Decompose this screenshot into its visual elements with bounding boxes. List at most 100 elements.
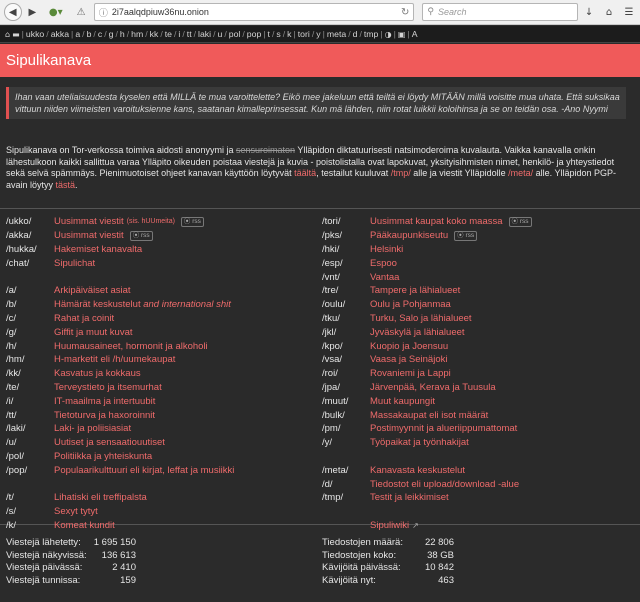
- meta-link[interactable]: /meta/: [508, 168, 533, 178]
- nav-board-meta[interactable]: meta: [327, 29, 346, 39]
- theme-toggle-icon[interactable]: ◑: [385, 30, 392, 39]
- board-name-link[interactable]: Uusimmat kaupat koko maassa: [370, 216, 503, 227]
- board-name-link[interactable]: Komeat kundit: [54, 520, 115, 531]
- nav-board-y[interactable]: y: [316, 29, 320, 39]
- board-code[interactable]: /pol/: [6, 451, 54, 462]
- nav-board-tt[interactable]: tt: [187, 29, 192, 39]
- board-name-link[interactable]: Massakaupat eli isot määrät: [370, 410, 488, 421]
- search-bar[interactable]: ⚲: [422, 3, 579, 21]
- board-code[interactable]: /kk/: [6, 368, 54, 379]
- board-code[interactable]: /bulk/: [322, 410, 370, 421]
- board-code[interactable]: /jkl/: [322, 327, 370, 338]
- board-name-link[interactable]: Vantaa: [370, 272, 399, 283]
- board-code[interactable]: /h/: [6, 341, 54, 352]
- nav-board-tmp[interactable]: tmp: [364, 29, 378, 39]
- rss-link[interactable]: ⦿ rss: [129, 230, 153, 241]
- board-code[interactable]: /c/: [6, 313, 54, 324]
- nav-board-d[interactable]: d: [353, 29, 358, 39]
- back-arrow-icon[interactable]: ◀: [4, 3, 22, 21]
- nav-board-a[interactable]: a: [75, 29, 80, 39]
- board-name-link[interactable]: Espoo: [370, 258, 397, 269]
- board-name-link[interactable]: Sipulichat: [54, 258, 95, 269]
- board-name-link[interactable]: Tietoturva ja haxoroinnit: [54, 410, 155, 421]
- board-code[interactable]: /oulu/: [322, 299, 370, 310]
- forward-arrow-icon[interactable]: ▶: [26, 3, 40, 21]
- nav-board-laki[interactable]: laki: [198, 29, 211, 39]
- board-code[interactable]: /s/: [6, 506, 54, 517]
- board-name-link[interactable]: Arkipäiväiset asiat: [54, 285, 131, 296]
- rss-link[interactable]: ⦿ rss: [454, 230, 478, 241]
- noscript-icon[interactable]: ⚠: [72, 3, 89, 21]
- font-size-button[interactable]: A: [412, 29, 418, 39]
- board-name-link[interactable]: Muut kaupungit: [370, 396, 435, 407]
- board-code[interactable]: /laki/: [6, 423, 54, 434]
- board-code[interactable]: /g/: [6, 327, 54, 338]
- nav-board-t[interactable]: t: [268, 29, 270, 39]
- url-bar[interactable]: ⓘ ↻: [93, 3, 415, 21]
- board-name-link[interactable]: Uusimmat viestit: [54, 216, 124, 227]
- board-code[interactable]: /jpa/: [322, 382, 370, 393]
- board-code[interactable]: /tku/: [322, 313, 370, 324]
- board-name-link[interactable]: Turku, Salo ja lähialueet: [370, 313, 472, 324]
- nav-board-g[interactable]: g: [109, 29, 114, 39]
- board-code[interactable]: /pm/: [322, 423, 370, 434]
- tmp-link[interactable]: /tmp/: [391, 168, 411, 178]
- board-name-link[interactable]: Kanavasta keskustelut: [370, 465, 465, 476]
- board-name-link[interactable]: Laki- ja poliisiasiat: [54, 423, 131, 434]
- nav-board-pol[interactable]: pol: [229, 29, 241, 39]
- nav-board-ukko[interactable]: ukko: [26, 29, 44, 39]
- board-name-link[interactable]: Postimyynnit ja alueriippumattomat: [370, 423, 517, 434]
- board-code[interactable]: /meta/: [322, 465, 370, 476]
- board-name-link[interactable]: Tampere ja lähialueet: [370, 285, 460, 296]
- board-code[interactable]: /vsa/: [322, 354, 370, 365]
- nav-board-te[interactable]: te: [165, 29, 172, 39]
- board-name-link[interactable]: Sexyt tytyt: [54, 506, 98, 517]
- tor-onion-icon[interactable]: ●▾: [43, 3, 68, 21]
- board-code[interactable]: /tori/: [322, 216, 370, 227]
- nav-board-tori[interactable]: tori: [298, 29, 310, 39]
- board-code[interactable]: /tmp/: [322, 492, 370, 503]
- board-name-link[interactable]: Tiedostot eli upload/download -alue: [370, 479, 519, 490]
- board-name-link[interactable]: Giffit ja muut kuvat: [54, 327, 133, 338]
- board-code[interactable]: /y/: [322, 437, 370, 448]
- rss-link[interactable]: ⦿ rss: [508, 216, 532, 227]
- board-code[interactable]: /d/: [322, 479, 370, 490]
- board-name-link[interactable]: Huumausaineet, hormonit ja alkoholi: [54, 341, 208, 352]
- board-code[interactable]: /pks/: [322, 230, 370, 241]
- board-name-link[interactable]: Uutiset ja sensaatiouutiset: [54, 437, 165, 448]
- board-code[interactable]: /ukko/: [6, 216, 54, 227]
- board-code[interactable]: /te/: [6, 382, 54, 393]
- nav-board-s[interactable]: s: [276, 29, 280, 39]
- board-name-link[interactable]: Sipuliwiki: [370, 520, 409, 531]
- chat-icon[interactable]: ▬: [12, 30, 20, 39]
- board-name-link[interactable]: Vaasa ja Seinäjoki: [370, 354, 447, 365]
- reload-icon[interactable]: ↻: [401, 7, 409, 18]
- home-icon[interactable]: ⌂: [602, 3, 616, 21]
- board-name-link[interactable]: Lihatiski eli treffipalsta: [54, 492, 147, 503]
- board-code[interactable]: /hm/: [6, 354, 54, 365]
- board-code[interactable]: /hki/: [322, 244, 370, 255]
- nav-board-u[interactable]: u: [218, 29, 223, 39]
- info-icon[interactable]: ⓘ: [99, 6, 108, 19]
- board-name-link[interactable]: Hakemiset kanavalta: [54, 244, 142, 255]
- board-name-link[interactable]: Työpaikat ja työnhakijat: [370, 437, 469, 448]
- nav-board-pop[interactable]: pop: [247, 29, 262, 39]
- nav-board-hm[interactable]: hm: [131, 29, 143, 39]
- board-code[interactable]: /tre/: [322, 285, 370, 296]
- download-icon[interactable]: ↓: [582, 3, 596, 21]
- board-code[interactable]: /t/: [6, 492, 54, 503]
- board-name-link[interactable]: Rovaniemi ja Lappi: [370, 368, 451, 379]
- guide-link[interactable]: täältä: [294, 168, 316, 178]
- board-code[interactable]: /b/: [6, 299, 54, 310]
- board-name-link[interactable]: Pääkaupunkiseutu: [370, 230, 448, 241]
- board-code[interactable]: /vnt/: [322, 272, 370, 283]
- nav-board-b[interactable]: b: [87, 29, 92, 39]
- board-name-link[interactable]: Testit ja leikkimiset: [370, 492, 449, 503]
- board-code[interactable]: /u/: [6, 437, 54, 448]
- board-name-link[interactable]: Uusimmat viestit: [54, 230, 124, 241]
- board-code[interactable]: /roi/: [322, 368, 370, 379]
- board-name-link[interactable]: Populaarikulttuuri eli kirjat, leffat ja…: [54, 465, 234, 476]
- board-name-link[interactable]: Rahat ja coinit: [54, 313, 114, 324]
- board-name-link[interactable]: Järvenpää, Kerava ja Tuusula: [370, 382, 496, 393]
- board-code[interactable]: /chat/: [6, 258, 54, 269]
